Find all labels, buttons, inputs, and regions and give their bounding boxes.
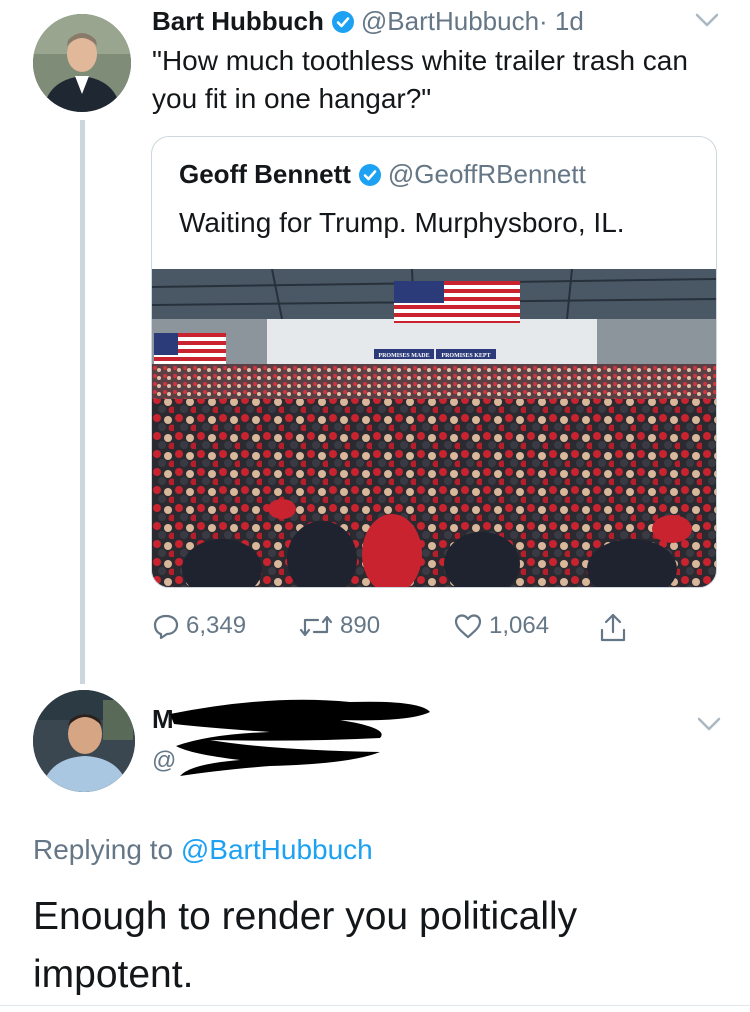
divider [0,1005,750,1006]
reply-tweet-text: Enough to render you politically impoten… [33,895,578,996]
tweet-header: Bart Hubbuch @BartHubbuch · 1d [152,6,584,37]
quoted-tweet-card[interactable]: Geoff Bennett @GeoffRBennett Waiting for… [151,136,717,588]
share-button[interactable] [598,612,634,644]
reply-button[interactable]: 6,349 [152,612,246,640]
retweet-button[interactable]: 890 [298,612,380,640]
quoted-author-handle: @GeoffRBennett [387,159,586,189]
verified-badge-icon [358,163,381,186]
redacted-user-info: M @ [152,699,430,776]
share-icon [600,613,626,642]
banner-text-right: PROMISES KEPT [441,353,490,359]
quoted-tweet-header: Geoff Bennett @GeoffRBennett [179,159,586,190]
quoted-tweet-text: Waiting for Trump. Murphysboro, IL. [179,207,625,238]
retweet-count: 890 [340,612,381,639]
verified-badge-icon [331,10,354,33]
reply-count: 6,349 [186,612,247,639]
american-flag-large [394,281,520,323]
replier-photo [33,690,135,792]
tweet-time[interactable]: · 1d [539,6,584,37]
chevron-down-icon[interactable] [694,12,720,28]
replying-to-prefix: Replying to [33,834,174,865]
like-button[interactable]: 1,064 [453,612,549,640]
thread-connector-line [80,120,85,684]
reply-icon [153,614,179,640]
replying-to-line: Replying to @BartHubbuch [33,834,373,866]
replier-handle-fragment: @ [152,747,176,774]
banner-text-left: PROMISES MADE [378,353,429,359]
heart-icon [454,614,482,639]
author-name[interactable]: Bart Hubbuch [152,6,324,37]
like-count: 1,064 [489,612,550,639]
author-photo [33,14,131,112]
rally-crowd-photo[interactable]: PROMISES MADE PROMISES KEPT [152,269,717,588]
tweet-action-bar: 6,349 890 1,064 [152,612,652,648]
quoted-author-name: Geoff Bennett [179,159,351,189]
replier-name-fragment: M [152,704,174,734]
chevron-down-icon[interactable] [696,716,722,732]
retweet-icon [299,615,333,637]
author-handle[interactable]: @BartHubbuch [361,6,539,37]
replying-to-mention[interactable]: @BartHubbuch [181,834,373,865]
author-avatar[interactable] [33,14,131,112]
replier-avatar[interactable] [33,690,135,792]
tweet-text: "How much toothless white trailer trash … [152,45,688,114]
